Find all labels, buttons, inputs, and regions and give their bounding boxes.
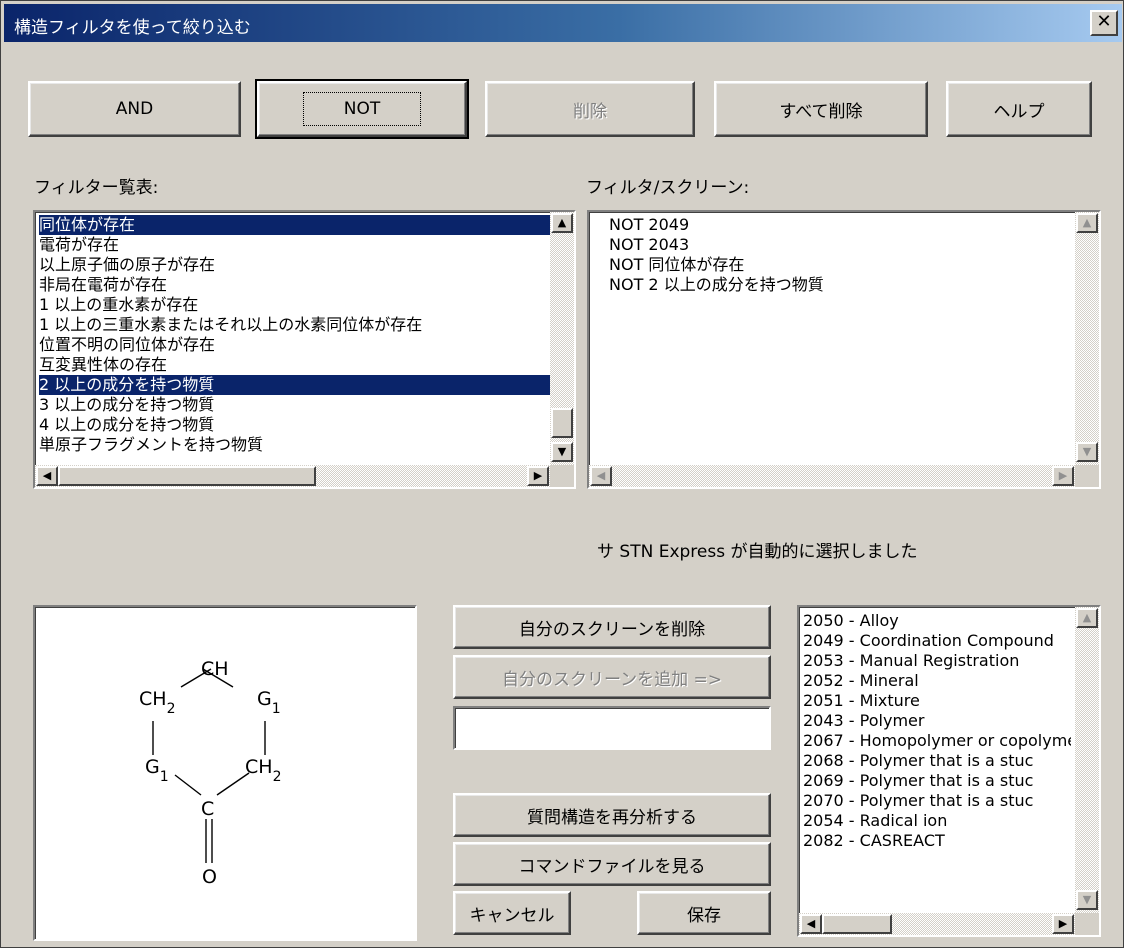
delete-my-screen-button[interactable]: 自分のスクリーンを削除 [453, 605, 771, 649]
screens-list-item[interactable]: NOT 同位体が存在 [609, 255, 824, 275]
filter-list-item[interactable]: 3 以上の成分を持つ物質 [39, 395, 546, 415]
close-icon[interactable]: ✕ [1090, 10, 1118, 36]
filter-list-item[interactable]: 非局在電荷が存在 [39, 275, 546, 295]
atom-label: G1 [145, 756, 169, 785]
scroll-up-icon[interactable]: ▲ [551, 213, 573, 233]
window-title: 構造フィルタを使って絞り込む [14, 18, 251, 38]
filter-list[interactable]: 同位体が存在 電荷が存在 以上原子価の原子が存在 非局在電荷が存在 1 以上の重水素が存… [33, 210, 576, 489]
atom-label: CH2 [245, 756, 281, 785]
and-button[interactable]: AND [28, 81, 241, 137]
filter-list-item[interactable]: 互変異性体の存在 [39, 355, 546, 375]
reanalyze-button[interactable]: 質問構造を再分析する [453, 793, 771, 837]
help-button[interactable]: ヘルプ [946, 81, 1092, 137]
scroll-right-icon[interactable]: ▶ [1052, 914, 1074, 934]
scroll-right-icon[interactable]: ▶ [1052, 466, 1074, 486]
scroll-down-icon[interactable]: ▼ [551, 442, 573, 462]
available-screen-item[interactable]: 2068 - Polymer that is a stuc [803, 751, 1071, 771]
auto-selected-note: サ STN Express が自動的に選択しました [597, 542, 918, 562]
query-structure-panel: CH CH2 G1 G1 CH2 C O [33, 605, 417, 941]
scroll-corner [1075, 913, 1099, 935]
available-screen-item[interactable]: 2043 - Polymer [803, 711, 1071, 731]
screens-list-item[interactable]: NOT 2049 [609, 215, 824, 235]
atom-label: CH2 [139, 688, 175, 717]
cancel-label: キャンセル [469, 905, 555, 926]
filter-list-item[interactable]: 4 以上の成分を持つ物質 [39, 415, 546, 435]
view-command-file-label: コマンドファイルを見る [518, 856, 706, 877]
add-my-screen-label: 自分のスクリーンを追加 => [501, 669, 723, 690]
add-my-screen-button[interactable]: 自分のスクリーンを追加 => [453, 655, 771, 699]
available-screen-item[interactable]: 2051 - Mixture [803, 691, 1071, 711]
scroll-up-icon[interactable]: ▲ [1076, 213, 1098, 233]
available-screen-item[interactable]: 2070 - Polymer that is a stuc [803, 791, 1071, 811]
atom-label: CH [201, 658, 229, 680]
available-screens-hscrollbar[interactable]: ◀ ▶ [799, 913, 1075, 935]
delete-all-button-label: すべて削除 [779, 101, 863, 122]
screens-list-items: NOT 2049 NOT 2043 NOT 同位体が存在 NOT 2 以上の成分を持つ… [609, 215, 824, 295]
available-screen-item[interactable]: 2054 - Radical ion [803, 811, 1071, 831]
filter-list-hscrollbar[interactable]: ◀ ▶ [35, 465, 550, 487]
scroll-down-icon[interactable]: ▼ [1076, 442, 1098, 462]
scroll-left-icon[interactable]: ◀ [590, 466, 612, 486]
help-button-label: ヘルプ [993, 101, 1045, 122]
filter-list-item[interactable]: 1 以上の重水素が存在 [39, 295, 546, 315]
screens-list-item[interactable]: NOT 2043 [609, 235, 824, 255]
view-command-file-button[interactable]: コマンドファイルを見る [453, 842, 771, 886]
structure-drawing: CH CH2 G1 G1 CH2 C O [139, 658, 281, 888]
available-screen-item[interactable]: 2049 - Coordination Compound [803, 631, 1071, 651]
filter-list-vscrollbar[interactable]: ▲ ▼ [550, 212, 574, 465]
available-screen-item[interactable]: 2069 - Polymer that is a stuc [803, 771, 1071, 791]
available-screen-item[interactable]: 2082 - CASREACT [803, 831, 1071, 851]
scroll-up-icon[interactable]: ▲ [1076, 608, 1098, 628]
delete-button-label: 削除 [573, 101, 607, 122]
scroll-down-icon[interactable]: ▼ [1076, 890, 1098, 910]
screens-list-vscrollbar[interactable]: ▲ ▼ [1075, 212, 1099, 465]
filter-list-item[interactable]: 同位体が存在 [39, 215, 550, 235]
filter-list-item[interactable]: 単原子フラグメントを持つ物質 [39, 435, 546, 455]
scroll-right-icon[interactable]: ▶ [527, 466, 549, 486]
scroll-thumb[interactable] [822, 914, 892, 934]
title-bar[interactable]: 構造フィルタを使って絞り込む ✕ [4, 4, 1122, 42]
available-screen-item[interactable]: 2052 - Mineral [803, 671, 1071, 691]
available-screens-vscrollbar[interactable]: ▲ ▼ [1075, 607, 1099, 913]
scroll-thumb[interactable] [551, 408, 573, 438]
filter-list-item[interactable]: 位置不明の同位体が存在 [39, 335, 546, 355]
screens-list-item[interactable]: NOT 2 以上の成分を持つ物質 [609, 275, 824, 295]
atom-label: O [202, 866, 217, 888]
available-screens-items: 2050 - Alloy 2049 - Coordination Compound… [803, 611, 1071, 851]
scroll-corner [550, 465, 574, 487]
not-button[interactable]: NOT [255, 79, 469, 139]
available-screen-item[interactable]: 2053 - Manual Registration [803, 651, 1071, 671]
filter-list-item[interactable]: 1 以上の三重水素またはそれ以上の水素同位体が存在 [39, 315, 546, 335]
scroll-corner [1075, 465, 1099, 487]
delete-button[interactable]: 削除 [485, 81, 695, 137]
scroll-left-icon[interactable]: ◀ [36, 466, 58, 486]
and-button-label: AND [115, 99, 154, 119]
scroll-left-icon[interactable]: ◀ [800, 914, 822, 934]
save-label: 保存 [687, 905, 721, 926]
filter-dialog: 構造フィルタを使って絞り込む ✕ AND NOT 削除 すべて削除 ヘルプ フィ… [0, 0, 1124, 948]
scroll-thumb[interactable] [58, 466, 316, 486]
screens-list[interactable]: NOT 2049 NOT 2043 NOT 同位体が存在 NOT 2 以上の成分を持つ… [587, 210, 1101, 489]
save-button[interactable]: 保存 [637, 891, 771, 935]
filter-list-item[interactable]: 2 以上の成分を持つ物質 [39, 375, 550, 395]
reanalyze-label: 質問構造を再分析する [527, 807, 697, 828]
atom-label: C [201, 798, 214, 820]
available-screen-item[interactable]: 2067 - Homopolymer or copolymer [803, 731, 1071, 751]
atom-label: G1 [257, 688, 281, 717]
delete-my-screen-label: 自分のスクリーンを削除 [518, 619, 706, 640]
filter-list-heading: フィルター覧表: [34, 178, 159, 198]
filter-list-item[interactable]: 以上原子価の原子が存在 [39, 255, 546, 275]
screens-list-hscrollbar[interactable]: ◀ ▶ [589, 465, 1075, 487]
screen-number-input[interactable] [453, 706, 771, 750]
available-screens-list[interactable]: 2050 - Alloy 2049 - Coordination Compound… [797, 605, 1101, 937]
cancel-button[interactable]: キャンセル [453, 891, 571, 935]
screens-list-heading: フィルタ/スクリーン: [586, 178, 750, 198]
available-screen-item[interactable]: 2050 - Alloy [803, 611, 1071, 631]
filter-list-item[interactable]: 電荷が存在 [39, 235, 546, 255]
filter-list-items: 同位体が存在 電荷が存在 以上原子価の原子が存在 非局在電荷が存在 1 以上の重水素が存… [39, 215, 550, 455]
not-button-label: NOT [302, 92, 422, 126]
delete-all-button[interactable]: すべて削除 [714, 81, 928, 137]
